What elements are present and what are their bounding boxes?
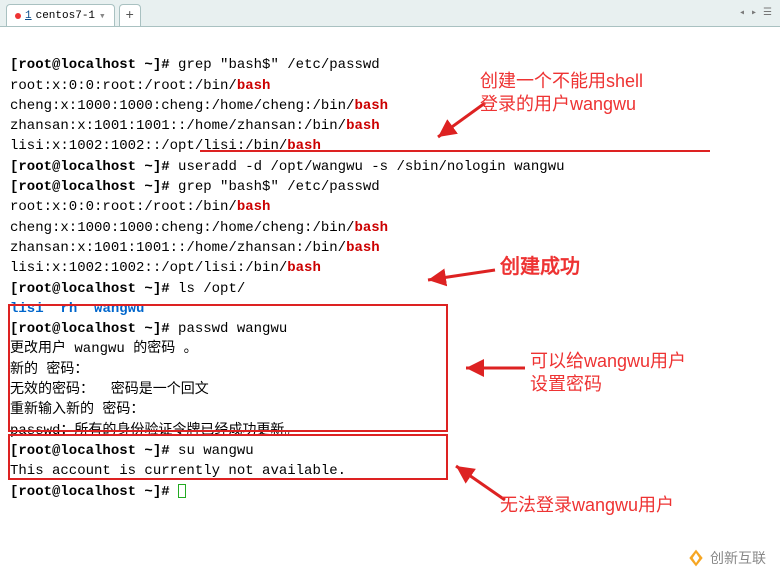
cmd-grep-2: grep "bash$" /etc/passwd bbox=[178, 179, 380, 195]
annotation-useradd: 创建一个不能用shell登录的用户wangwu bbox=[480, 70, 643, 117]
match-bash: bash bbox=[346, 118, 380, 134]
output-lisi: lisi:x:1002:1002::/opt/lisi:/bin/ bbox=[10, 138, 287, 154]
cmd-grep-1: grep "bash$" /etc/passwd bbox=[178, 57, 380, 73]
prompt: [root@localhost ~]# bbox=[10, 321, 170, 337]
output-lisi: lisi:x:1002:1002::/opt/lisi:/bin/ bbox=[10, 260, 287, 276]
cursor-icon bbox=[178, 484, 186, 498]
tab-centos7-1[interactable]: 1 centos7-1 ▾ bbox=[6, 4, 115, 26]
prompt: [root@localhost ~]# bbox=[10, 484, 170, 500]
passwd-line-4: 重新输入新的 密码： bbox=[10, 402, 144, 418]
match-bash: bash bbox=[346, 240, 380, 256]
match-bash: bash bbox=[287, 260, 321, 276]
ls-rh: rh bbox=[60, 301, 77, 317]
annotation-created: 创建成功 bbox=[500, 254, 580, 280]
match-bash: bash bbox=[287, 138, 321, 154]
prompt: [root@localhost ~]# bbox=[10, 281, 170, 297]
output-root: root:x:0:0:root:/root:/bin/ bbox=[10, 199, 237, 215]
cmd-ls: ls /opt/ bbox=[178, 281, 245, 297]
output-root: root:x:0:0:root:/root:/bin/ bbox=[10, 78, 237, 94]
tab-dropdown-icon[interactable]: ▾ bbox=[99, 9, 106, 23]
output-cheng: cheng:x:1000:1000:cheng:/home/cheng:/bin… bbox=[10, 220, 354, 236]
ls-lisi: lisi bbox=[10, 301, 44, 317]
passwd-line-2: 新的 密码： bbox=[10, 362, 88, 378]
cmd-su: su wangwu bbox=[178, 443, 254, 459]
passwd-line-5: passwd：所有的身份验证令牌已经成功更新。 bbox=[10, 423, 298, 439]
match-bash: bash bbox=[237, 199, 271, 215]
prompt: [root@localhost ~]# bbox=[10, 57, 170, 73]
terminal[interactable]: [root@localhost ~]# grep "bash$" /etc/pa… bbox=[0, 27, 780, 512]
status-dot-icon bbox=[15, 13, 21, 19]
cmd-useradd: useradd -d /opt/wangwu -s /sbin/nologin … bbox=[178, 159, 564, 175]
output-zhansan: zhansan:x:1001:1001::/home/zhansan:/bin/ bbox=[10, 240, 346, 256]
passwd-line-3: 无效的密码： 密码是一个回文 bbox=[10, 382, 209, 398]
tab-bar: 1 centos7-1 ▾ + ◂ ▸ ☰ bbox=[0, 0, 780, 27]
prompt: [root@localhost ~]# bbox=[10, 179, 170, 195]
annotation-passwd: 可以给wangwu用户设置密码 bbox=[530, 350, 686, 397]
watermark-text: 创新互联 bbox=[710, 548, 766, 568]
prompt: [root@localhost ~]# bbox=[10, 443, 170, 459]
match-bash: bash bbox=[354, 98, 388, 114]
watermark: 创新互联 bbox=[686, 548, 766, 568]
ls-wangwu: wangwu bbox=[94, 301, 144, 317]
match-bash: bash bbox=[354, 220, 388, 236]
annotation-nologin: 无法登录wangwu用户 bbox=[500, 494, 674, 517]
tab-number: 1 bbox=[25, 10, 32, 22]
new-tab-button[interactable]: + bbox=[119, 4, 141, 26]
highlight-underline bbox=[200, 150, 710, 152]
tab-label: centos7-1 bbox=[36, 10, 95, 22]
output-cheng: cheng:x:1000:1000:cheng:/home/cheng:/bin… bbox=[10, 98, 354, 114]
brand-icon bbox=[686, 548, 706, 568]
prompt: [root@localhost ~]# bbox=[10, 159, 170, 175]
output-zhansan: zhansan:x:1001:1001::/home/zhansan:/bin/ bbox=[10, 118, 346, 134]
su-msg: This account is currently not available. bbox=[10, 463, 346, 479]
passwd-line-1: 更改用户 wangwu 的密码 。 bbox=[10, 341, 198, 357]
match-bash: bash bbox=[237, 78, 271, 94]
cmd-passwd: passwd wangwu bbox=[178, 321, 287, 337]
window-menu-icon[interactable]: ◂ ▸ ☰ bbox=[739, 7, 772, 19]
